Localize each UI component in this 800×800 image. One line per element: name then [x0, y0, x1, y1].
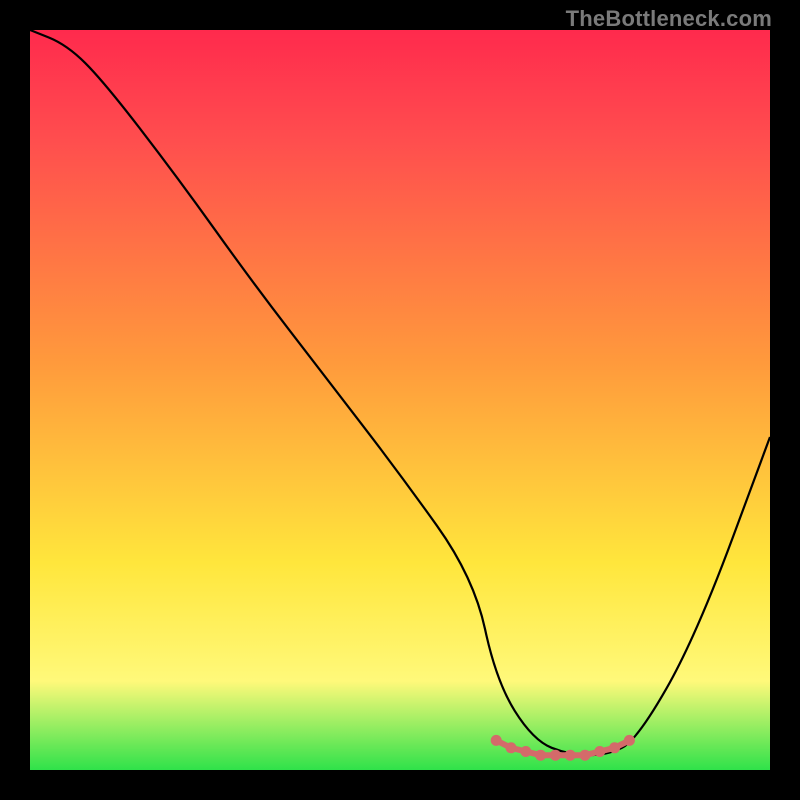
plot-area: [30, 30, 770, 770]
background-gradient: [30, 30, 770, 770]
chart-frame: TheBottleneck.com: [0, 0, 800, 800]
watermark-text: TheBottleneck.com: [566, 6, 772, 32]
